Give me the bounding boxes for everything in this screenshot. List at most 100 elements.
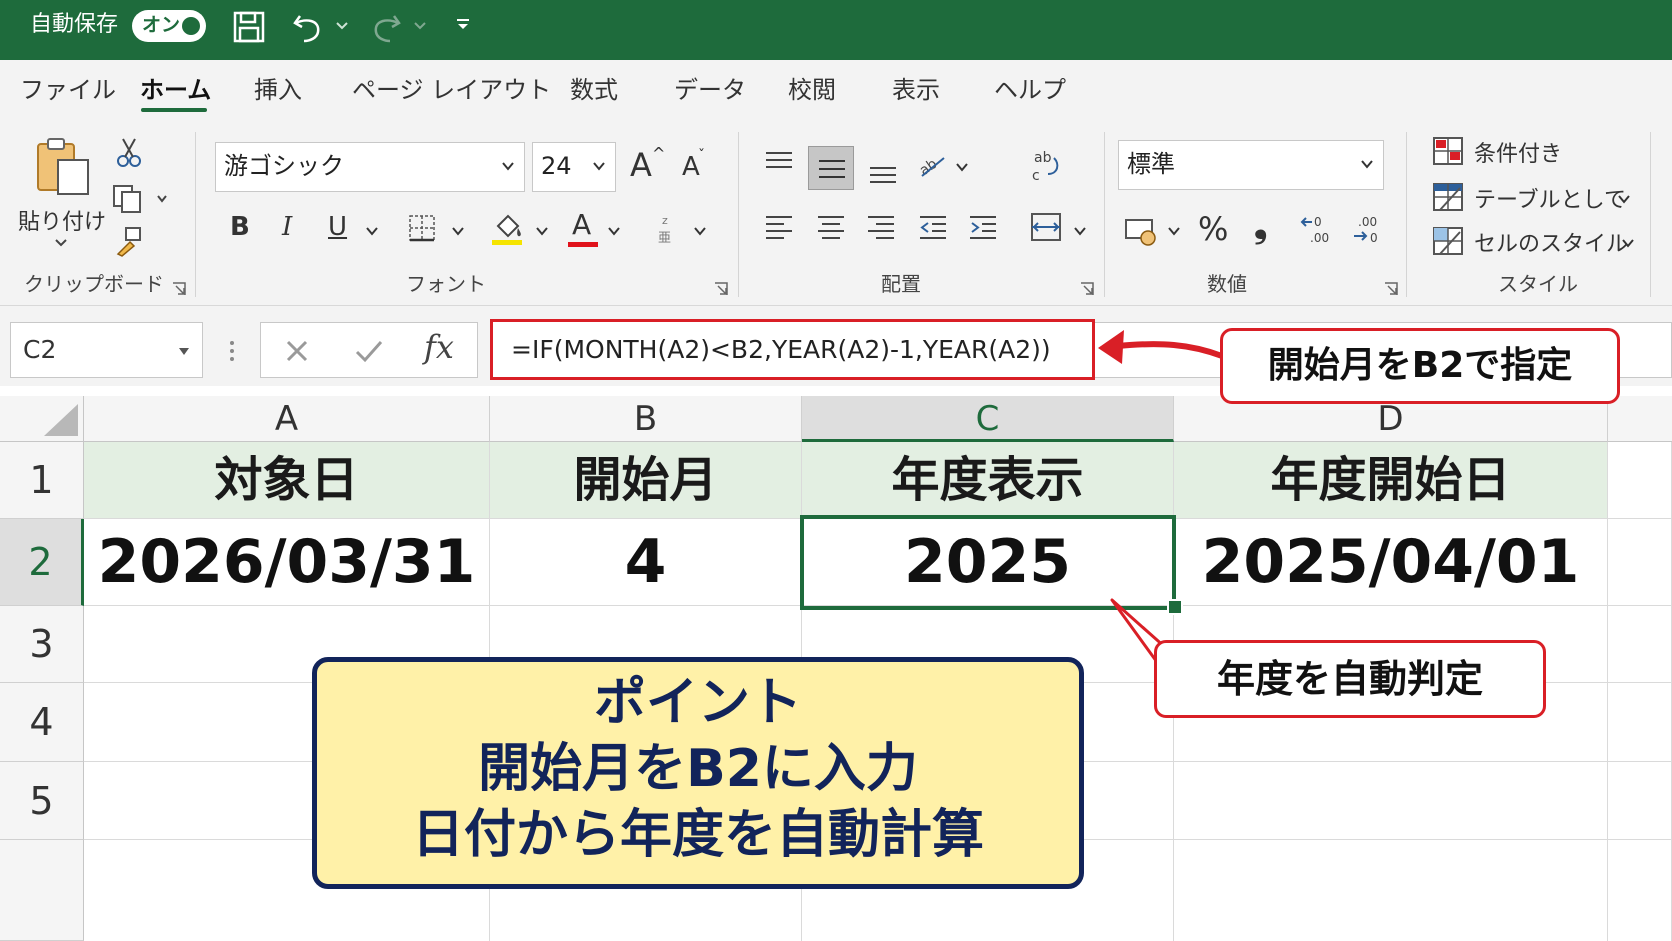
- conditional-formatting-button[interactable]: 条件付き: [1432, 134, 1632, 168]
- decrease-decimal-icon[interactable]: .00 0: [1350, 212, 1386, 246]
- font-color-dropdown-icon[interactable]: [608, 226, 620, 236]
- tab-review[interactable]: 校閲: [788, 76, 836, 104]
- customize-toolbar-icon[interactable]: [455, 18, 471, 32]
- font-launcher-icon[interactable]: [714, 282, 728, 296]
- cell-a2[interactable]: 2026/03/31: [84, 519, 490, 606]
- fill-handle[interactable]: [1167, 599, 1183, 615]
- increase-decimal-icon[interactable]: 0 .00: [1300, 212, 1336, 246]
- grow-font-button[interactable]: A: [630, 146, 652, 184]
- cell-d5[interactable]: [1174, 762, 1608, 840]
- underline-dropdown-icon[interactable]: [366, 226, 378, 236]
- fill-color-icon[interactable]: [490, 210, 526, 246]
- column-header-a[interactable]: A: [84, 396, 490, 442]
- decrease-indent-icon[interactable]: [918, 214, 948, 240]
- orientation-icon[interactable]: ab: [916, 150, 948, 180]
- confirm-entry-icon[interactable]: [354, 338, 384, 364]
- underline-button[interactable]: U: [328, 212, 347, 242]
- cell-d1[interactable]: 年度開始日: [1174, 442, 1608, 519]
- merge-dropdown-icon[interactable]: [1074, 226, 1086, 236]
- save-icon[interactable]: [232, 10, 266, 44]
- cell-styles-button[interactable]: セルのスタイル: [1432, 224, 1634, 258]
- tab-file[interactable]: ファイル: [20, 76, 116, 104]
- accounting-dropdown-icon[interactable]: [1168, 226, 1180, 236]
- align-bottom-icon[interactable]: [868, 162, 898, 186]
- select-all-button[interactable]: [0, 396, 84, 442]
- number-format-combo[interactable]: 標準: [1118, 140, 1384, 190]
- cell-e1[interactable]: [1608, 442, 1672, 519]
- borders-dropdown-icon[interactable]: [452, 226, 464, 236]
- tab-formulas[interactable]: 数式: [570, 76, 618, 104]
- format-painter-icon[interactable]: [114, 226, 144, 258]
- cancel-entry-icon[interactable]: [284, 338, 310, 364]
- font-color-button[interactable]: A: [566, 208, 600, 248]
- align-center-icon[interactable]: [816, 214, 846, 240]
- formula-bar-grip-icon[interactable]: [228, 338, 236, 364]
- row-header-4[interactable]: 4: [0, 683, 84, 762]
- align-middle-button[interactable]: [808, 146, 854, 190]
- tab-insert[interactable]: 挿入: [254, 76, 302, 104]
- format-as-table-label: テーブルとして: [1474, 188, 1627, 213]
- cell-e6[interactable]: [1608, 840, 1672, 941]
- paste-label[interactable]: 貼り付け: [18, 204, 106, 236]
- cell-e4[interactable]: [1608, 683, 1672, 762]
- row-header-6[interactable]: [0, 840, 84, 941]
- align-left-icon[interactable]: [764, 214, 794, 240]
- tab-view[interactable]: 表示: [892, 76, 940, 104]
- font-size-combo[interactable]: 24: [532, 142, 616, 192]
- cell-e3[interactable]: [1608, 606, 1672, 683]
- format-as-table-button[interactable]: テーブルとして: [1432, 180, 1632, 214]
- insert-function-icon[interactable]: fx: [424, 328, 454, 366]
- copy-dropdown-icon[interactable]: [156, 194, 168, 204]
- cell-d6[interactable]: [1174, 840, 1608, 941]
- tab-home[interactable]: ホーム: [140, 76, 211, 104]
- wrap-text-icon[interactable]: ab c: [1030, 148, 1062, 184]
- undo-icon[interactable]: [292, 10, 324, 44]
- row-header-2[interactable]: 2: [0, 519, 84, 606]
- row-header-1[interactable]: 1: [0, 442, 84, 519]
- align-top-icon[interactable]: [764, 150, 794, 174]
- fill-color-dropdown-icon[interactable]: [536, 226, 548, 236]
- increase-indent-icon[interactable]: [968, 214, 998, 240]
- row-header-5[interactable]: 5: [0, 762, 84, 840]
- phonetic-dropdown-icon[interactable]: [694, 226, 706, 236]
- paste-icon[interactable]: [34, 136, 92, 198]
- tab-help[interactable]: ヘルプ: [994, 76, 1066, 104]
- column-header-b[interactable]: B: [490, 396, 802, 442]
- cell-d2[interactable]: 2025/04/01: [1174, 519, 1608, 606]
- number-launcher-icon[interactable]: [1384, 282, 1398, 296]
- bold-button[interactable]: B: [230, 212, 250, 242]
- align-right-icon[interactable]: [866, 214, 896, 240]
- grow-font-caret: ^: [652, 144, 666, 163]
- copy-icon[interactable]: [112, 184, 144, 214]
- comma-style-button[interactable]: ❟: [1254, 206, 1267, 246]
- paste-dropdown-icon[interactable]: [54, 238, 68, 248]
- column-header-e[interactable]: [1608, 396, 1672, 442]
- tab-page-layout[interactable]: ページ レイアウト: [352, 76, 551, 104]
- clipboard-launcher-icon[interactable]: [172, 282, 186, 296]
- percent-style-button[interactable]: %: [1198, 210, 1228, 248]
- tab-data[interactable]: データ: [674, 76, 746, 104]
- cell-a1[interactable]: 対象日: [84, 442, 490, 519]
- cut-icon[interactable]: [116, 136, 142, 168]
- borders-icon[interactable]: [408, 214, 436, 242]
- merge-center-icon[interactable]: [1030, 212, 1062, 242]
- cell-e2[interactable]: [1608, 519, 1672, 606]
- phonetic-icon[interactable]: z 亜: [656, 212, 680, 246]
- cell-c1[interactable]: 年度表示: [802, 442, 1174, 519]
- accounting-format-icon[interactable]: [1124, 216, 1158, 246]
- redo-dropdown-icon[interactable]: [413, 20, 427, 32]
- formula-input[interactable]: =IF(MONTH(A2)<B2,YEAR(A2)-1,YEAR(A2)): [490, 319, 1095, 380]
- orientation-dropdown-icon[interactable]: [956, 162, 968, 172]
- row-header-3[interactable]: 3: [0, 606, 84, 683]
- redo-icon[interactable]: [370, 10, 402, 44]
- cell-b1[interactable]: 開始月: [490, 442, 802, 519]
- alignment-launcher-icon[interactable]: [1080, 282, 1094, 296]
- cell-e5[interactable]: [1608, 762, 1672, 840]
- cell-b2[interactable]: 4: [490, 519, 802, 606]
- italic-button[interactable]: I: [282, 212, 292, 242]
- undo-dropdown-icon[interactable]: [335, 20, 349, 32]
- column-header-c[interactable]: C: [802, 396, 1174, 442]
- font-name-combo[interactable]: 游ゴシック: [215, 142, 525, 192]
- autosave-toggle[interactable]: オン: [132, 10, 206, 42]
- name-box[interactable]: C2: [10, 322, 203, 378]
